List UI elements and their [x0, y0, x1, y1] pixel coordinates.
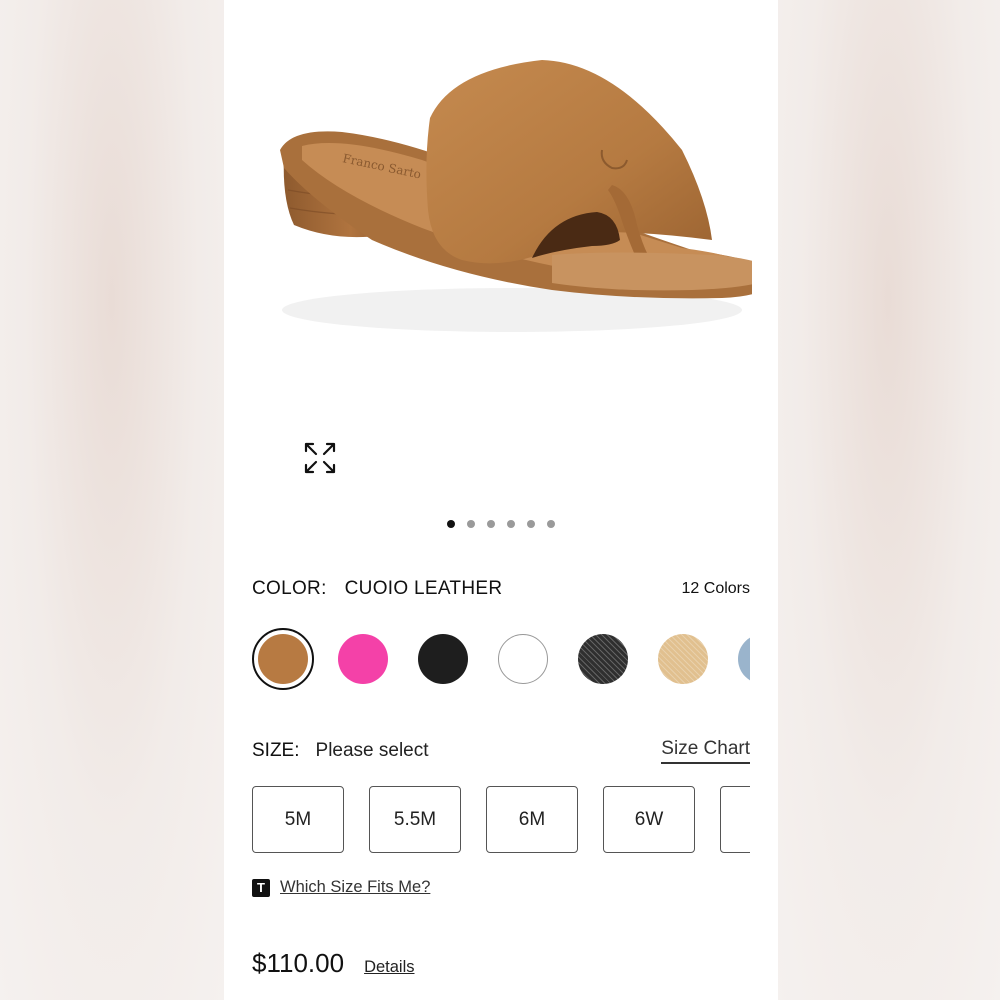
product-card: Franco Sarto COLOR: CUOIO LEATHER 12 Col…	[224, 0, 778, 1000]
blurred-background-right	[776, 0, 1000, 1000]
carousel-dot-3[interactable]	[487, 520, 495, 528]
expand-arrows-icon	[304, 442, 336, 474]
carousel-dot-5[interactable]	[527, 520, 535, 528]
swatch-pink[interactable]	[338, 634, 388, 684]
swatch-light-blue[interactable]	[738, 634, 750, 684]
swatch-white[interactable]	[498, 634, 548, 684]
size-option-6w[interactable]: 6W	[603, 786, 695, 853]
blurred-background-left	[0, 0, 224, 1000]
color-swatches	[252, 628, 750, 690]
sandal-illustration: Franco Sarto	[280, 60, 775, 332]
size-options: 5M 5.5M 6M 6W 6	[252, 786, 750, 856]
color-header: COLOR: CUOIO LEATHER 12 Colors	[252, 578, 750, 600]
price: $110.00	[252, 948, 345, 978]
selected-color-name: CUOIO LEATHER	[344, 578, 503, 599]
size-header: SIZE: Please select Size Chart	[252, 738, 750, 764]
carousel-dot-4[interactable]	[507, 520, 515, 528]
size-option-5m[interactable]: 5M	[252, 786, 344, 853]
carousel-dot-2[interactable]	[467, 520, 475, 528]
size-fit-row: T Which Size Fits Me?	[252, 878, 430, 897]
details-link[interactable]: Details	[364, 958, 414, 977]
size-option-5-5m[interactable]: 5.5M	[369, 786, 461, 853]
swatch-black-woven[interactable]	[578, 634, 628, 684]
which-size-fits-link[interactable]: Which Size Fits Me?	[280, 878, 430, 897]
size-option-6m[interactable]: 6M	[486, 786, 578, 853]
swatch-cuoio-leather[interactable]	[252, 628, 314, 690]
product-image[interactable]: Franco Sarto	[252, 0, 775, 500]
swatch-natural-woven[interactable]	[658, 634, 708, 684]
size-chart-link[interactable]: Size Chart	[661, 738, 750, 764]
carousel-dots	[224, 520, 778, 528]
color-label: COLOR:	[252, 578, 327, 599]
selected-size: Please select	[315, 740, 429, 761]
expand-image-button[interactable]	[302, 440, 338, 476]
size-label: SIZE:	[252, 740, 300, 761]
carousel-dot-6[interactable]	[547, 520, 555, 528]
swatch-black[interactable]	[418, 634, 468, 684]
size-option-6[interactable]: 6	[720, 786, 750, 853]
fit-logo-icon: T	[252, 878, 270, 897]
carousel-dot-1[interactable]	[447, 520, 455, 528]
color-count: 12 Colors	[681, 580, 750, 597]
price-row: $110.00 Details	[252, 948, 415, 979]
